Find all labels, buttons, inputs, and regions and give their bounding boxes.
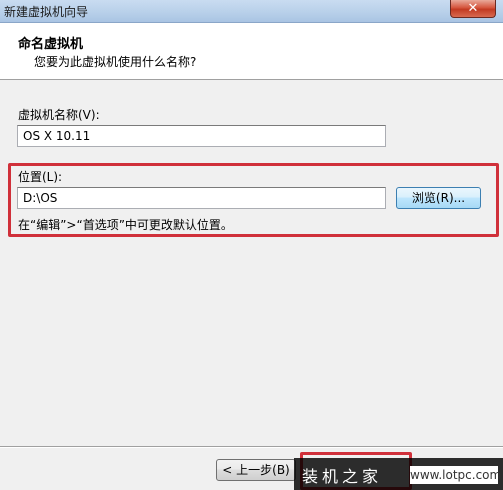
watermark: 装机之家 www.lotpc.com — [294, 458, 503, 490]
watermark-brand: 装机之家 — [302, 467, 383, 486]
page-title: 命名虚拟机 — [18, 37, 84, 52]
close-button[interactable]: ✕ — [450, 0, 496, 18]
vm-name-label: 虚拟机名称(V): — [18, 108, 100, 122]
vm-name-input[interactable] — [17, 125, 386, 147]
wizard-header: 命名虚拟机 您要为此虚拟机使用什么名称? — [0, 23, 503, 80]
title-bar: 新建虚拟机向导 ✕ — [0, 0, 503, 23]
close-icon: ✕ — [467, 1, 479, 16]
watermark-url: www.lotpc.com — [410, 466, 502, 484]
location-label: 位置(L): — [18, 170, 63, 184]
browse-button[interactable]: 浏览(R)... — [396, 187, 481, 209]
location-hint: 在“编辑”>“首选项”中可更改默认位置。 — [18, 218, 233, 232]
back-button[interactable]: < 上一步(B) — [216, 459, 296, 481]
window-title: 新建虚拟机向导 — [4, 5, 89, 19]
new-vm-wizard-window: 新建虚拟机向导 ✕ 命名虚拟机 您要为此虚拟机使用什么名称? 虚拟机名称(V):… — [0, 0, 503, 490]
location-input[interactable] — [17, 187, 386, 209]
page-subtitle: 您要为此虚拟机使用什么名称? — [34, 55, 197, 69]
footer-separator — [0, 446, 503, 448]
